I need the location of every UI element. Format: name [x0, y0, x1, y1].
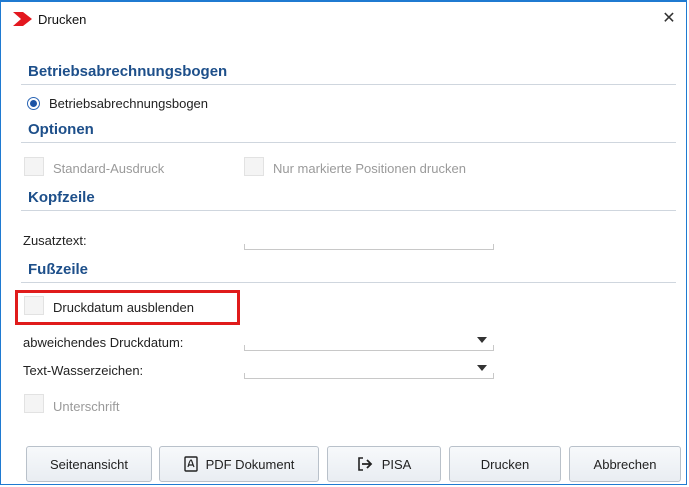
abweichendes-druckdatum-select[interactable] — [244, 345, 494, 351]
title-bar: Drucken ✕ — [1, 2, 686, 34]
label-nur-markierte: Nur markierte Positionen drucken — [273, 161, 466, 176]
label-zusatztext: Zusatztext: — [23, 233, 87, 248]
section-header-optionen: Optionen — [28, 121, 94, 138]
print-dialog: Drucken ✕ Betriebsabrechnungsbogen Betri… — [0, 0, 687, 485]
section-header-betrieb: Betriebsabrechnungsbogen — [28, 63, 228, 80]
section-divider — [21, 210, 676, 211]
label-text-wasserzeichen: Text-Wasserzeichen: — [23, 363, 144, 378]
window-title: Drucken — [38, 12, 87, 27]
radio-betriebsabrechnungsbogen[interactable] — [27, 97, 40, 110]
pdf-dokument-label: PDF Dokument — [205, 456, 295, 472]
close-button[interactable]: ✕ — [658, 7, 680, 29]
abbrechen-button[interactable]: Abbrechen — [569, 446, 681, 482]
section-divider — [21, 282, 676, 283]
label-abweichendes-druckdatum: abweichendes Druckdatum: — [23, 335, 184, 350]
section-divider — [21, 142, 676, 143]
checkbox-nur-markierte[interactable] — [244, 157, 264, 176]
close-icon[interactable]: ✕ — [662, 8, 675, 28]
text-wasserzeichen-select[interactable] — [244, 373, 494, 379]
seitenansicht-button[interactable]: Seitenansicht — [26, 446, 152, 482]
highlight-box — [15, 290, 240, 325]
label-standard-ausdruck: Standard-Ausdruck — [53, 161, 165, 176]
pdf-icon — [183, 456, 198, 472]
dropdown-arrow-icon[interactable] — [477, 337, 487, 343]
pisa-label: PISA — [381, 456, 412, 472]
label-unterschrift: Unterschrift — [53, 399, 120, 414]
radio-label-betriebsabrechnungsbogen[interactable]: Betriebsabrechnungsbogen — [49, 96, 208, 111]
abbrechen-label: Abbrechen — [593, 456, 657, 472]
checkbox-unterschrift[interactable] — [24, 394, 44, 413]
section-header-fusszeile: Fußzeile — [28, 261, 89, 278]
zusatztext-input[interactable] — [244, 244, 494, 250]
seitenansicht-label: Seitenansicht — [49, 456, 129, 472]
dropdown-arrow-icon[interactable] — [477, 365, 487, 371]
section-divider — [21, 84, 676, 85]
pisa-button[interactable]: PISA — [327, 446, 441, 482]
pdf-dokument-button[interactable]: PDF Dokument — [159, 446, 319, 482]
checkbox-standard-ausdruck[interactable] — [24, 157, 44, 176]
export-arrow-icon — [357, 457, 372, 471]
section-header-kopfzeile: Kopfzeile — [28, 189, 95, 206]
drucken-label: Drucken — [480, 456, 530, 472]
chevron-logo-icon — [13, 12, 32, 26]
drucken-button[interactable]: Drucken — [449, 446, 561, 482]
